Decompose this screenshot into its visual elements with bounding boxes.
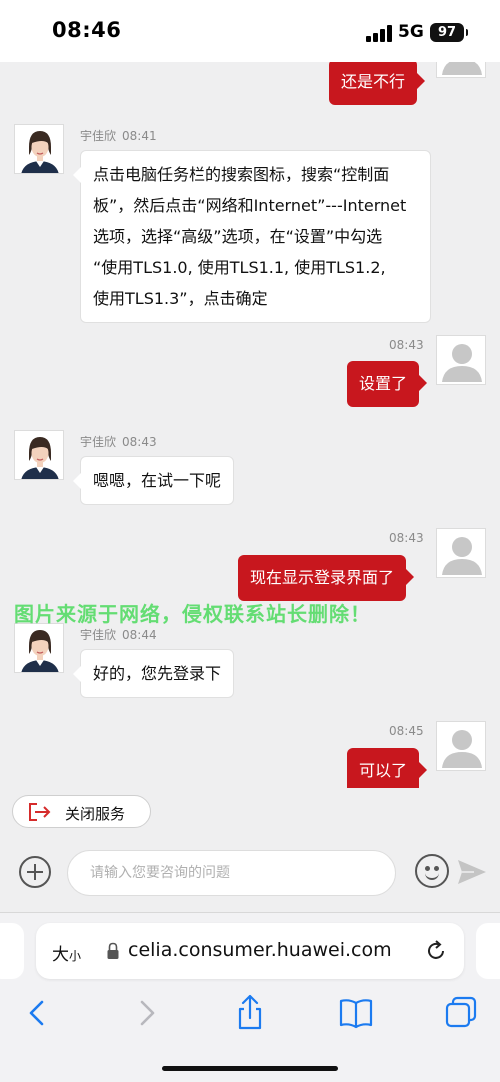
message-time: 08:43: [389, 531, 424, 545]
person-icon: [442, 537, 482, 575]
message-time: 08:41: [122, 129, 157, 143]
chevron-right-icon[interactable]: [126, 993, 166, 1033]
send-icon[interactable]: [456, 858, 488, 886]
signal-icon: [366, 24, 392, 42]
chevron-left-icon[interactable]: [18, 993, 58, 1033]
status-bar: 08:46 5G 97: [0, 0, 500, 62]
plus-icon[interactable]: [19, 856, 51, 888]
close-service-button[interactable]: 关闭服务: [12, 795, 151, 828]
url-text: celia.consumer.huawei.com: [128, 939, 392, 961]
message-line: 使用TLS1.3”，点击确定: [93, 289, 268, 308]
message-text: 嗯嗯，在试一下呢: [93, 471, 222, 490]
message-time: 08:44: [122, 628, 157, 642]
book-icon[interactable]: [336, 993, 376, 1033]
person-icon: [442, 62, 482, 75]
previous-tab[interactable]: [0, 923, 24, 979]
message-text: 现在显示登录界面了: [250, 568, 395, 587]
smiley-icon[interactable]: [415, 854, 449, 888]
message-time: 08:43: [389, 338, 424, 352]
text-size-button[interactable]: 大小: [52, 940, 81, 965]
user-avatar: [436, 528, 486, 578]
person-icon: [442, 344, 482, 382]
message-meta: 宇佳欣 08:43: [80, 433, 157, 450]
message-text: 还是不行: [341, 72, 406, 91]
message-text: 好的，您先登录下: [93, 664, 222, 683]
message-meta: 宇佳欣 08:44: [80, 626, 157, 643]
browser-toolbar: [0, 993, 500, 1037]
chat-area[interactable]: 还是不行 宇佳欣 08:41 点击电脑任务栏的搜索图标，搜索“控制面 板”，然后点…: [0, 62, 500, 788]
next-tab[interactable]: [476, 923, 500, 979]
reload-icon[interactable]: [424, 939, 448, 963]
network-label: 5G: [398, 22, 424, 42]
message-text: 设置了: [359, 374, 408, 393]
user-avatar: [436, 62, 486, 78]
sender-name: 宇佳欣: [80, 435, 117, 449]
message-line: 板”，然后点击“网络和Internet”---Internet: [93, 196, 407, 215]
browser-bar: 大小 celia.consumer.huawei.com: [0, 912, 500, 1082]
message-bubble-in[interactable]: 点击电脑任务栏的搜索图标，搜索“控制面 板”，然后点击“网络和Internet”…: [73, 150, 431, 323]
message-time: 08:43: [122, 435, 157, 449]
composer: [0, 836, 500, 912]
close-service-label: 关闭服务: [65, 805, 126, 823]
sender-name: 宇佳欣: [80, 628, 117, 642]
message-bubble-in[interactable]: 好的，您先登录下: [72, 649, 235, 698]
person-icon: [442, 730, 482, 768]
exit-icon: [29, 803, 51, 821]
home-indicator[interactable]: [162, 1066, 338, 1071]
message-input[interactable]: [67, 850, 396, 896]
agent-photo-icon: [15, 624, 63, 672]
message-text: 可以了: [359, 761, 408, 780]
message-bubble-out[interactable]: 现在显示登录界面了: [238, 555, 415, 601]
message-line: 点击电脑任务栏的搜索图标，搜索“控制面: [93, 165, 390, 184]
lock-icon: [107, 942, 119, 959]
user-avatar: [436, 721, 486, 771]
message-line: 选项，选择“高级”选项，在“设置”中勾选: [93, 227, 383, 246]
message-bubble-out[interactable]: 设置了: [347, 361, 428, 407]
message-line: “使用TLS1.0, 使用TLS1.1, 使用TLS1.2,: [93, 258, 386, 277]
message-bubble-in[interactable]: 嗯嗯，在试一下呢: [72, 456, 235, 505]
watermark: 图片来源于网络，侵权联系站长删除！: [14, 602, 371, 626]
message-bubble-out[interactable]: 可以了: [347, 748, 428, 788]
sender-name: 宇佳欣: [80, 129, 117, 143]
battery-icon: 97: [430, 23, 468, 42]
status-time: 08:46: [52, 18, 122, 42]
address-bar[interactable]: 大小 celia.consumer.huawei.com: [36, 923, 464, 979]
agent-avatar: [14, 124, 64, 174]
message-bubble-out[interactable]: 还是不行: [329, 62, 426, 105]
message-time: 08:45: [389, 724, 424, 738]
agent-photo-icon: [15, 431, 63, 479]
tabs-icon[interactable]: [442, 993, 482, 1033]
agent-photo-icon: [15, 125, 63, 173]
share-icon[interactable]: [230, 993, 270, 1033]
agent-avatar: [14, 430, 64, 480]
user-avatar: [436, 335, 486, 385]
message-meta: 宇佳欣 08:41: [80, 127, 157, 144]
agent-avatar: [14, 623, 64, 673]
